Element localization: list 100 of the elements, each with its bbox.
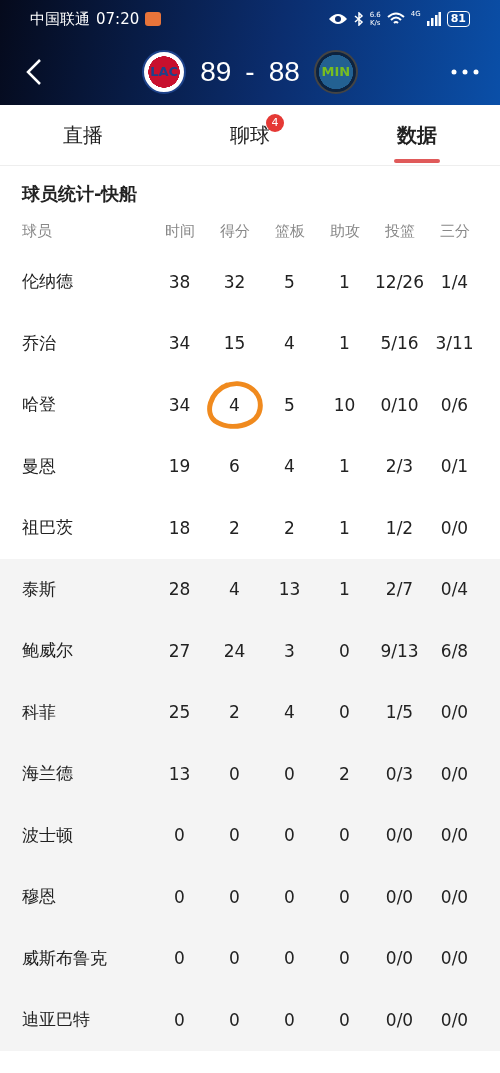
table-cell: 2 [229, 702, 240, 723]
table-cell: 1 [339, 579, 350, 600]
table-cell: 0/1 [440, 456, 469, 477]
table-cell: 9/13 [380, 640, 419, 661]
table-cell: 0 [339, 825, 350, 846]
table-cell: 1 [339, 456, 350, 477]
table-cell: 0/0 [385, 1009, 414, 1030]
signal-icon [426, 12, 441, 26]
table-cell: 0/0 [385, 825, 414, 846]
table-cell: 19 [168, 456, 191, 477]
player-name: 泰斯 [22, 577, 56, 601]
table-cell: 0/3 [385, 763, 414, 784]
table-cell: 0 [174, 886, 185, 907]
column-header: 投篮 [384, 221, 415, 241]
column-header: 球员 [22, 221, 52, 241]
table-cell: 4 [229, 579, 240, 600]
eye-icon [327, 12, 348, 26]
table-cell: 1 [339, 333, 350, 354]
table-cell: 0 [229, 948, 240, 969]
table-cell: 0 [174, 1009, 185, 1030]
table-cell: 0/0 [440, 825, 469, 846]
table-cell: 32 [223, 271, 246, 292]
table-cell: 2 [339, 763, 350, 784]
table-cell: 4 [284, 702, 295, 723]
table-cell: 0/0 [440, 517, 469, 538]
table-cell: 1 [339, 517, 350, 538]
table-cell: 10 [333, 394, 356, 415]
table-cell: 5/16 [380, 333, 419, 354]
table-cell: 0/4 [440, 579, 469, 600]
table-cell: 18 [168, 517, 191, 538]
table-cell: 1 [339, 271, 350, 292]
player-name: 哈登 [22, 393, 56, 417]
table-cell: 38 [168, 271, 191, 292]
table-cell: 0/0 [440, 702, 469, 723]
table-cell: 12/26 [375, 271, 424, 292]
table-cell: 3/11 [435, 333, 474, 354]
table-cell: 15 [223, 333, 246, 354]
wifi-icon [386, 12, 405, 26]
column-header: 三分 [439, 221, 470, 241]
table-cell: 0 [229, 1009, 240, 1030]
table-cell: 24 [223, 640, 246, 661]
table-cell: 27 [168, 640, 191, 661]
player-name: 迪亚巴特 [22, 1008, 90, 1032]
table-cell: 0/0 [385, 948, 414, 969]
table-cell: 1/5 [385, 702, 414, 723]
table-cell: 25 [168, 702, 191, 723]
table-cell: 0 [284, 886, 295, 907]
table-cell: 0/0 [440, 886, 469, 907]
table-cell: 13 [278, 579, 301, 600]
table-cell: 0 [229, 825, 240, 846]
column-header: 助攻 [329, 221, 360, 241]
table-cell: 0/0 [440, 763, 469, 784]
table-cell: 0/10 [380, 394, 419, 415]
table-cell: 13 [168, 763, 191, 784]
away-score: 88 [268, 55, 300, 88]
player-name: 波士顿 [22, 823, 73, 847]
table-cell: 4 [284, 333, 295, 354]
table-cell: 5 [284, 394, 295, 415]
carrier: 中国联通 [30, 9, 90, 29]
player-name: 鲍威尔 [22, 639, 73, 663]
table-cell: 0/0 [385, 886, 414, 907]
player-name: 穆恩 [22, 885, 56, 909]
table-cell: 0 [284, 763, 295, 784]
table-cell: 0 [284, 825, 295, 846]
clock: 07:20 [96, 10, 140, 28]
table-cell: 6/8 [440, 640, 469, 661]
player-name: 祖巴茨 [22, 516, 73, 540]
table-cell: 5 [284, 271, 295, 292]
score-separator: - [245, 55, 255, 88]
player-name: 乔治 [22, 331, 56, 355]
table-cell: 2 [229, 517, 240, 538]
bluetooth-icon [353, 12, 364, 26]
player-name: 海兰德 [22, 762, 73, 786]
table-cell: 0 [339, 948, 350, 969]
table-cell: 0 [229, 763, 240, 784]
table-cell: 4 [229, 394, 240, 415]
table-cell: 0 [339, 702, 350, 723]
player-name: 威斯布鲁克 [22, 946, 107, 970]
tab[interactable]: 直播 [0, 105, 167, 165]
table-cell: 4 [284, 456, 295, 477]
table-cell: 0/0 [440, 948, 469, 969]
table-cell: 0 [229, 886, 240, 907]
table-cell: 0 [339, 886, 350, 907]
table-cell: 34 [168, 394, 191, 415]
player-name: 曼恩 [22, 454, 56, 478]
table-cell: 0 [174, 948, 185, 969]
table-cell: 0/0 [440, 1009, 469, 1030]
battery-level: 81 [446, 11, 470, 27]
column-header: 篮板 [274, 221, 305, 241]
table-cell: 1/2 [385, 517, 414, 538]
table-cell: 0 [174, 825, 185, 846]
player-name: 科菲 [22, 700, 56, 724]
table-cell: 2/7 [385, 579, 414, 600]
team-logo: MIN [313, 49, 358, 94]
tab[interactable]: 数据 [333, 105, 500, 165]
table-cell: 0 [339, 640, 350, 661]
table-cell: 0/6 [440, 394, 469, 415]
table-cell: 2/3 [385, 456, 414, 477]
column-header: 时间 [164, 221, 195, 241]
player-name: 伦纳德 [22, 270, 73, 294]
